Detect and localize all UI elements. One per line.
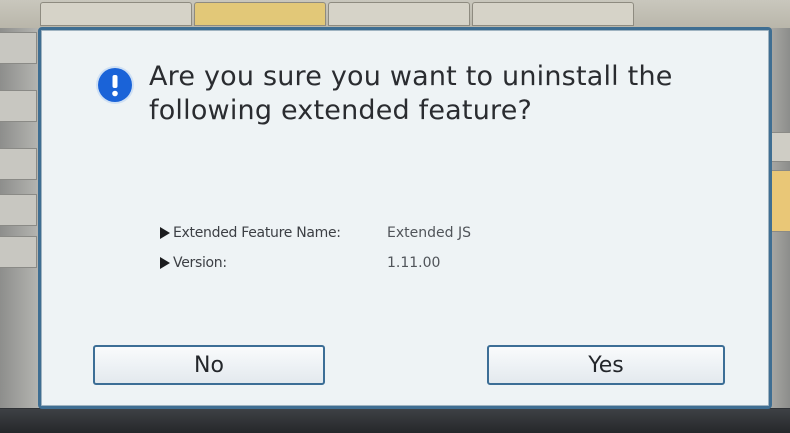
background-left-item — [0, 32, 37, 64]
no-button[interactable]: No — [93, 345, 325, 385]
detail-label: Version: — [160, 255, 387, 271]
background-left-item — [0, 236, 37, 268]
background-tab — [194, 2, 326, 26]
feature-details: Extended Feature Name: Extended JS Versi… — [160, 218, 580, 278]
background-tab — [40, 2, 192, 26]
dialog-message: Are you sure you want to uninstall the f… — [149, 61, 673, 126]
background-left-item — [0, 148, 37, 180]
background-tab-strip — [0, 0, 790, 28]
yes-button[interactable]: Yes — [487, 345, 725, 385]
background-left-item — [0, 194, 37, 226]
version-value: 1.11.00 — [387, 255, 441, 271]
background-left-panel — [0, 28, 40, 408]
triangle-bullet-icon — [160, 257, 170, 269]
feature-name-label: Extended Feature Name: — [173, 225, 341, 241]
detail-row-version: Version: 1.11.00 — [160, 248, 580, 278]
background-bottom-bar — [0, 409, 790, 433]
detail-label: Extended Feature Name: — [160, 225, 387, 241]
triangle-bullet-icon — [160, 227, 170, 239]
uninstall-confirmation-dialog: Are you sure you want to uninstall the f… — [38, 27, 772, 409]
detail-row-feature-name: Extended Feature Name: Extended JS — [160, 218, 580, 248]
version-label: Version: — [173, 255, 227, 271]
exclamation-info-icon — [98, 68, 132, 102]
background-tab — [328, 2, 470, 26]
feature-name-value: Extended JS — [387, 225, 471, 241]
background-tab — [472, 2, 634, 26]
background-left-item — [0, 90, 37, 122]
